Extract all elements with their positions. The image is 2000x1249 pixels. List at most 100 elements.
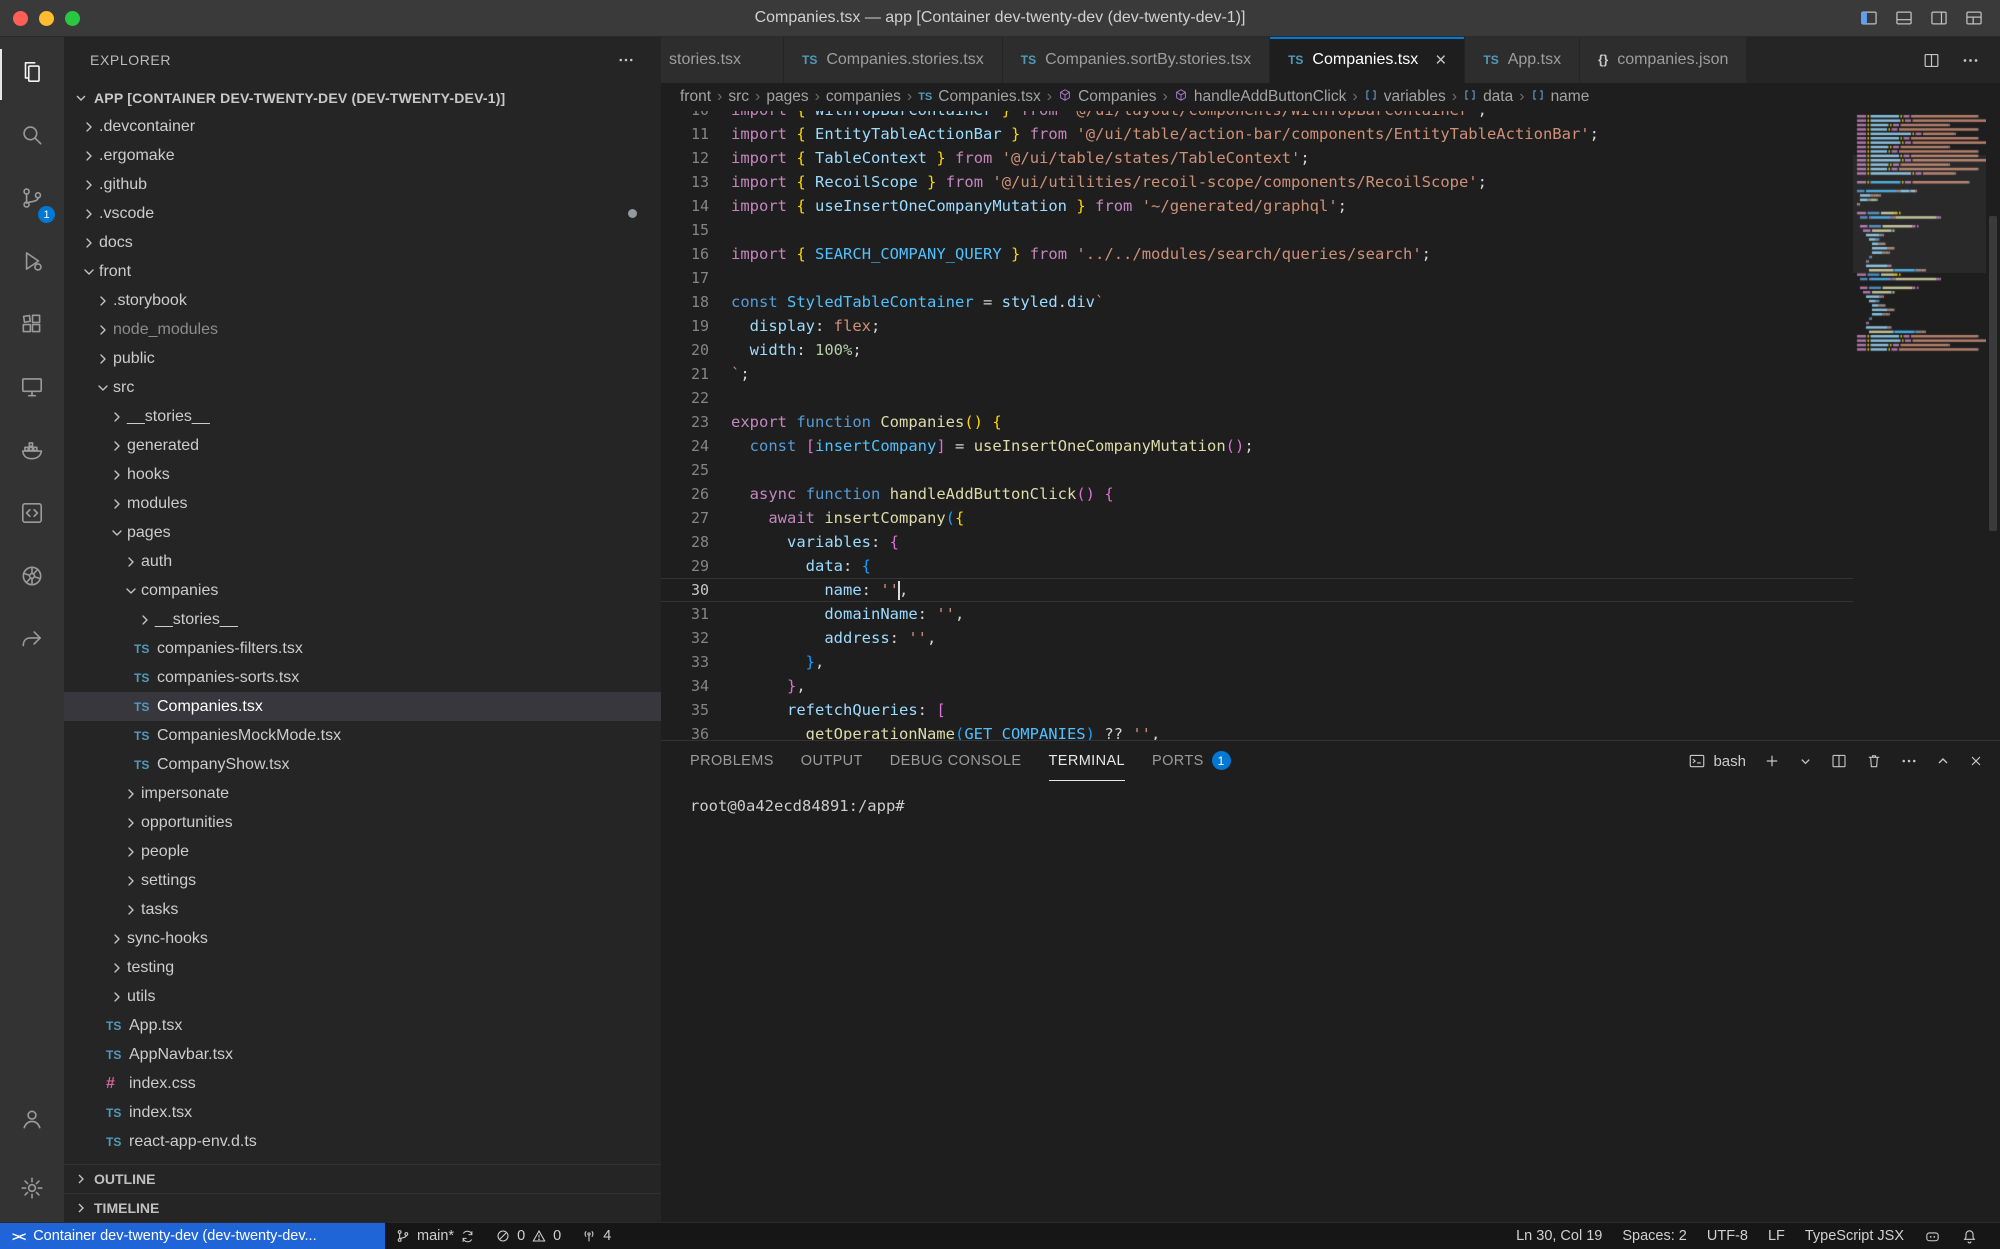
- tree-item[interactable]: sync-hooks: [64, 924, 661, 953]
- panel-more-actions-icon[interactable]: [1900, 752, 1918, 770]
- code-line[interactable]: 10import { WithTopBarContainer } from '@…: [661, 111, 1853, 122]
- code-line[interactable]: 19 display: flex;: [661, 314, 1853, 338]
- editor-tab[interactable]: stories.tsx: [661, 37, 784, 83]
- code-line[interactable]: 24 const [insertCompany] = useInsertOneC…: [661, 434, 1853, 458]
- remote-indicator[interactable]: >< Container dev-twenty-dev (dev-twenty-…: [0, 1223, 385, 1249]
- tree-item[interactable]: hooks: [64, 460, 661, 489]
- problems-status[interactable]: 0 0: [485, 1223, 571, 1249]
- breadcrumb-item[interactable]: data: [1463, 88, 1513, 107]
- tree-item[interactable]: people: [64, 837, 661, 866]
- tree-item[interactable]: .github: [64, 170, 661, 199]
- panel-tab[interactable]: OUTPUT: [801, 741, 863, 781]
- tree-item[interactable]: __stories__: [64, 605, 661, 634]
- code-line[interactable]: 27 await insertCompany({: [661, 506, 1853, 530]
- activity-bar-item-container-tools[interactable]: [0, 484, 64, 547]
- breadcrumb-item[interactable]: variables: [1364, 88, 1446, 107]
- tree-item[interactable]: utils: [64, 982, 661, 1011]
- timeline-section[interactable]: TIMELINE: [64, 1193, 661, 1222]
- editor-tab[interactable]: TSCompanies.tsx×: [1270, 37, 1465, 83]
- tree-item[interactable]: pages: [64, 518, 661, 547]
- code-line[interactable]: 31 domainName: '',: [661, 602, 1853, 626]
- code-line[interactable]: 20 width: 100%;: [661, 338, 1853, 362]
- panel-tab[interactable]: PROBLEMS: [690, 741, 774, 781]
- split-editor-icon[interactable]: [1922, 51, 1941, 70]
- language-mode[interactable]: TypeScript JSX: [1795, 1223, 1914, 1249]
- outline-section[interactable]: OUTLINE: [64, 1164, 661, 1193]
- tree-item[interactable]: __stories__: [64, 402, 661, 431]
- breadcrumb-item[interactable]: name: [1531, 88, 1590, 107]
- terminal[interactable]: root@0a42ecd84891:/app#: [661, 781, 2000, 1222]
- activity-bar-item-accounts[interactable]: [0, 1090, 64, 1153]
- code-line[interactable]: 16import { SEARCH_COMPANY_QUERY } from '…: [661, 242, 1853, 266]
- code-line[interactable]: 28 variables: {: [661, 530, 1853, 554]
- code-line[interactable]: 23export function Companies() {: [661, 410, 1853, 434]
- breadcrumb-item[interactable]: companies: [826, 88, 901, 106]
- scrollbar-thumb[interactable]: [1989, 216, 1997, 531]
- breadcrumb-item[interactable]: pages: [766, 88, 808, 106]
- tree-item[interactable]: src: [64, 373, 661, 402]
- activity-bar-item-search[interactable]: [0, 106, 64, 169]
- activity-bar-item-docker[interactable]: [0, 421, 64, 484]
- tree-item[interactable]: modules: [64, 489, 661, 518]
- code-line[interactable]: 11import { EntityTableActionBar } from '…: [661, 122, 1853, 146]
- breadcrumb-item[interactable]: front: [680, 88, 711, 106]
- code-line[interactable]: 15: [661, 218, 1853, 242]
- close-panel-icon[interactable]: [1968, 753, 1984, 769]
- new-terminal-icon[interactable]: [1763, 752, 1781, 770]
- activity-bar-item-kubernetes[interactable]: [0, 547, 64, 610]
- panel-tab[interactable]: DEBUG CONSOLE: [890, 741, 1022, 781]
- editor-scrollbar[interactable]: [1986, 111, 2000, 740]
- tree-item[interactable]: .vscode: [64, 199, 661, 228]
- toggle-sidebar-icon[interactable]: [1859, 8, 1879, 28]
- tree-item[interactable]: front: [64, 257, 661, 286]
- tree-item[interactable]: generated: [64, 431, 661, 460]
- tree-item[interactable]: node_modules: [64, 315, 661, 344]
- eol-selector[interactable]: LF: [1758, 1223, 1795, 1249]
- breadcrumb-item[interactable]: Companies: [1058, 88, 1156, 107]
- tree-item[interactable]: #index.css: [64, 1069, 661, 1098]
- tree-item[interactable]: .ergomake: [64, 141, 661, 170]
- views-more-actions-icon[interactable]: [617, 51, 635, 69]
- activity-bar-item-remote-explorer[interactable]: [0, 358, 64, 421]
- code-line[interactable]: 32 address: '',: [661, 626, 1853, 650]
- git-branch-status[interactable]: main*: [385, 1223, 485, 1249]
- activity-bar-item-source-control[interactable]: 1: [0, 169, 64, 232]
- tree-item[interactable]: .devcontainer: [64, 112, 661, 141]
- split-terminal-icon[interactable]: [1830, 752, 1848, 770]
- tree-item[interactable]: TScompanies-filters.tsx: [64, 634, 661, 663]
- code-editor[interactable]: 10import { WithTopBarContainer } from '@…: [661, 111, 1853, 740]
- close-tab-icon[interactable]: ×: [1435, 51, 1446, 70]
- panel-tab[interactable]: PORTS1: [1152, 741, 1231, 781]
- tree-item[interactable]: companies: [64, 576, 661, 605]
- close-window-button[interactable]: [13, 11, 28, 26]
- notifications-bell-icon[interactable]: [1951, 1223, 1988, 1249]
- editor-tab[interactable]: {}companies.json: [1580, 37, 1747, 83]
- code-line[interactable]: 14import { useInsertOneCompanyMutation }…: [661, 194, 1853, 218]
- code-line[interactable]: 21`;: [661, 362, 1853, 386]
- tree-item[interactable]: TSCompaniesMockMode.tsx: [64, 721, 661, 750]
- breadcrumb-item[interactable]: TSCompanies.tsx: [918, 88, 1041, 106]
- tree-item[interactable]: impersonate: [64, 779, 661, 808]
- tree-item[interactable]: auth: [64, 547, 661, 576]
- code-line[interactable]: 22: [661, 386, 1853, 410]
- tree-item[interactable]: TSCompanies.tsx: [64, 692, 661, 721]
- indentation[interactable]: Spaces: 2: [1612, 1223, 1697, 1249]
- code-line[interactable]: 18const StyledTableContainer = styled.di…: [661, 290, 1853, 314]
- tree-item[interactable]: TSreact-app-env.d.ts: [64, 1127, 661, 1156]
- activity-bar-item-live-share[interactable]: [0, 610, 64, 673]
- activity-bar-item-extensions[interactable]: [0, 295, 64, 358]
- tree-item[interactable]: settings: [64, 866, 661, 895]
- editor-tab[interactable]: TSCompanies.sortBy.stories.tsx: [1003, 37, 1270, 83]
- code-line[interactable]: 12import { TableContext } from '@/ui/tab…: [661, 146, 1853, 170]
- forwarded-ports-status[interactable]: 4: [571, 1223, 621, 1249]
- code-line[interactable]: 30 name: '',: [661, 578, 1853, 602]
- copilot-icon[interactable]: [1914, 1223, 1951, 1249]
- code-line[interactable]: 17: [661, 266, 1853, 290]
- editor-tab[interactable]: TSCompanies.stories.tsx: [784, 37, 1003, 83]
- panel-tab[interactable]: TERMINAL: [1049, 741, 1126, 781]
- tree-item[interactable]: docs: [64, 228, 661, 257]
- tree-item[interactable]: TSAppNavbar.tsx: [64, 1040, 661, 1069]
- editor-more-actions-icon[interactable]: [1961, 51, 1980, 70]
- code-line[interactable]: 33 },: [661, 650, 1853, 674]
- breadcrumb-item[interactable]: handleAddButtonClick: [1174, 88, 1347, 107]
